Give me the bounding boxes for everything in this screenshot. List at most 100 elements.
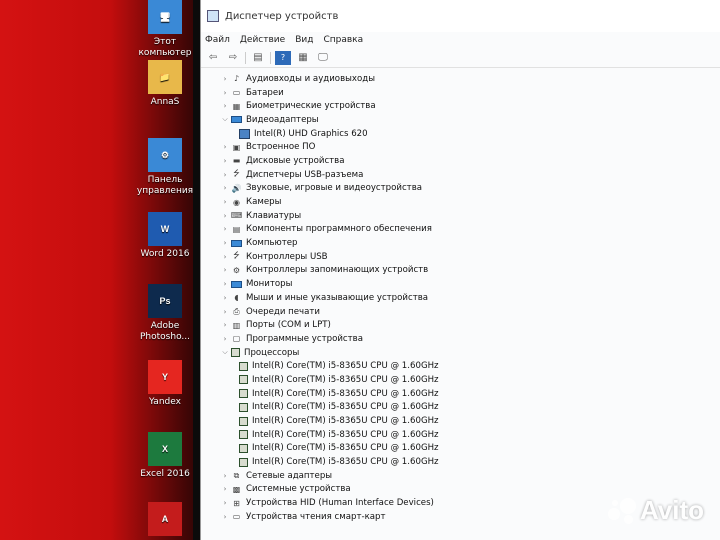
chevron-right-icon[interactable]: › (219, 266, 231, 274)
tree-category[interactable]: › ⭍ Диспетчеры USB-разъема (201, 168, 720, 182)
tree-item-label: Встроенное ПО (246, 142, 316, 153)
tree-category[interactable]: › ◖ Мыши и иные указывающие устройства (201, 291, 720, 305)
tree-child-item[interactable]: ›Intel(R) Core(TM) i5-8365U CPU @ 1.60GH… (201, 442, 720, 456)
tree-item-label: Батареи (246, 87, 284, 98)
chevron-right-icon[interactable]: › (219, 198, 231, 206)
tree-category[interactable]: › ⧉ Сетевые адаптеры (201, 469, 720, 483)
chevron-right-icon[interactable]: › (219, 75, 231, 83)
tree-category[interactable]: › ▬ Дисковые устройства (201, 154, 720, 168)
menu-action[interactable]: Действие (240, 35, 285, 45)
this-pc-icon: 🖥 (148, 0, 182, 34)
avito-watermark: Avito (607, 495, 704, 526)
system-icon: ▩ (232, 484, 241, 494)
chevron-right-icon[interactable]: › (219, 485, 231, 493)
chevron-right-icon[interactable]: › (219, 294, 231, 302)
menu-help[interactable]: Справка (323, 35, 363, 45)
desktop-shortcut[interactable]: 📁 AnnaS (130, 60, 200, 108)
title-bar[interactable]: Диспетчер устройств (201, 0, 720, 32)
tree-child-item[interactable]: ›Intel(R) Core(TM) i5-8365U CPU @ 1.60GH… (201, 359, 720, 373)
desktop-shortcut[interactable]: 🖥 Этот компьютер (130, 0, 200, 59)
desktop-shortcut[interactable]: X Excel 2016 (130, 432, 200, 480)
device-manager-icon (207, 10, 219, 22)
chevron-right-icon[interactable]: › (219, 157, 231, 165)
audio-icon: ♪ (233, 74, 240, 84)
chevron-down-icon[interactable]: ⌵ (219, 115, 231, 124)
tree-item-label: Порты (COM и LPT) (246, 320, 331, 331)
disk-icon: ▬ (232, 156, 241, 166)
tree-category[interactable]: ⌵ Процессоры (201, 346, 720, 360)
chevron-right-icon[interactable]: › (219, 335, 231, 343)
usb-icon: ⭍ (233, 250, 240, 260)
tree-child-item[interactable]: ›Intel(R) Core(TM) i5-8365U CPU @ 1.60GH… (201, 414, 720, 428)
chevron-right-icon[interactable]: › (219, 513, 231, 521)
tree-category[interactable]: › ⌨ Клавиатуры (201, 209, 720, 223)
tree-category[interactable]: › ⎙ Очереди печати (201, 305, 720, 319)
properties-icon[interactable]: ▤ (250, 51, 266, 65)
desktop-shortcut-label: Этот компьютер (138, 37, 192, 58)
tree-item-label: Звуковые, игровые и видеоустройства (246, 183, 423, 194)
tree-category[interactable]: › Мониторы (201, 277, 720, 291)
desktop-shortcut[interactable]: Y Yandex (130, 360, 200, 408)
chevron-right-icon[interactable]: › (219, 239, 231, 247)
tree-category[interactable]: › ▥ Порты (COM и LPT) (201, 318, 720, 332)
desktop-shortcut[interactable]: W Word 2016 (130, 212, 200, 260)
menu-file[interactable]: Файл (205, 35, 230, 45)
chevron-right-icon[interactable]: › (219, 253, 231, 261)
tree-child-item[interactable]: ›Intel(R) Core(TM) i5-8365U CPU @ 1.60GH… (201, 387, 720, 401)
tree-category[interactable]: › ▢ Программные устройства (201, 332, 720, 346)
tree-child-item[interactable]: ›Intel(R) Core(TM) i5-8365U CPU @ 1.60GH… (201, 373, 720, 387)
help-icon[interactable]: ? (275, 50, 291, 65)
tree-child-item[interactable]: ›Intel(R) Core(TM) i5-8365U CPU @ 1.60GH… (201, 401, 720, 415)
word-icon: W (148, 212, 182, 246)
cpu-icon (239, 389, 248, 399)
forward-icon[interactable]: ⇨ (225, 51, 241, 65)
tree-category[interactable]: › ⚙ Контроллеры запоминающих устройств (201, 264, 720, 278)
monitor-icon (231, 239, 242, 247)
tree-item-label: Аудиовходы и аудиовыходы (246, 73, 375, 84)
tree-category[interactable]: › ⭍ Контроллеры USB (201, 250, 720, 264)
tree-category[interactable]: › Компьютер (201, 236, 720, 250)
desktop-shortcut-label: Adobe Photosho... (140, 321, 190, 342)
desktop-shortcut[interactable]: Ps Adobe Photosho... (130, 284, 200, 343)
yandex-icon: Y (148, 360, 182, 394)
desktop-shortcut[interactable]: A (130, 502, 200, 539)
back-icon[interactable]: ⇦ (205, 51, 221, 65)
chevron-right-icon[interactable]: › (219, 280, 231, 288)
chevron-right-icon[interactable]: › (219, 472, 231, 480)
chevron-right-icon[interactable]: › (219, 499, 231, 507)
tree-category[interactable]: › ▣ Встроенное ПО (201, 140, 720, 154)
chevron-right-icon[interactable]: › (219, 184, 231, 192)
monitor-scan-icon[interactable]: 🖵 (315, 51, 331, 65)
software-icon: ▢ (232, 334, 241, 344)
biometric-icon: ▦ (232, 101, 241, 111)
chevron-right-icon[interactable]: › (219, 171, 231, 179)
tree-category[interactable]: › ▦ Биометрические устройства (201, 99, 720, 113)
tree-child-item[interactable]: ›Intel(R) Core(TM) i5-8365U CPU @ 1.60GH… (201, 428, 720, 442)
chevron-right-icon[interactable]: › (219, 89, 231, 97)
chevron-right-icon[interactable]: › (219, 143, 231, 151)
tree-child-item[interactable]: ›Intel(R) Core(TM) i5-8365U CPU @ 1.60GH… (201, 455, 720, 469)
view-icon[interactable]: ▦ (295, 51, 311, 65)
tree-item-label: Клавиатуры (246, 210, 302, 221)
tree-category[interactable]: › ▭ Батареи (201, 86, 720, 100)
chevron-right-icon[interactable]: › (219, 212, 231, 220)
tree-category[interactable]: ⌵ Видеоадаптеры (201, 113, 720, 127)
chevron-right-icon[interactable]: › (219, 225, 231, 233)
tree-category[interactable]: › ◉ Камеры (201, 195, 720, 209)
chevron-right-icon[interactable]: › (219, 102, 231, 110)
tree-item-label: Intel(R) UHD Graphics 620 (254, 128, 368, 139)
tree-category[interactable]: › 🔊 Звуковые, игровые и видеоустройства (201, 182, 720, 196)
chevron-right-icon[interactable]: › (219, 321, 231, 329)
tree-child-item[interactable]: ›Intel(R) UHD Graphics 620 (201, 127, 720, 141)
menu-view[interactable]: Вид (295, 35, 313, 45)
chevron-down-icon[interactable]: ⌵ (219, 348, 231, 357)
tree-item-label: Диспетчеры USB-разъема (246, 169, 364, 180)
component-icon: ▤ (232, 224, 241, 234)
tree-item-label: Устройства HID (Human Interface Devices) (246, 498, 434, 509)
desktop-shortcut-label: Excel 2016 (140, 469, 190, 479)
chevron-right-icon[interactable]: › (219, 308, 231, 316)
tree-item-label: Дисковые устройства (246, 155, 345, 166)
desktop-shortcut[interactable]: ⚙ Панель управления (130, 138, 200, 197)
tree-category[interactable]: › ♪ Аудиовходы и аудиовыходы (201, 72, 720, 86)
tree-category[interactable]: › ▤ Компоненты программного обеспечения (201, 223, 720, 237)
